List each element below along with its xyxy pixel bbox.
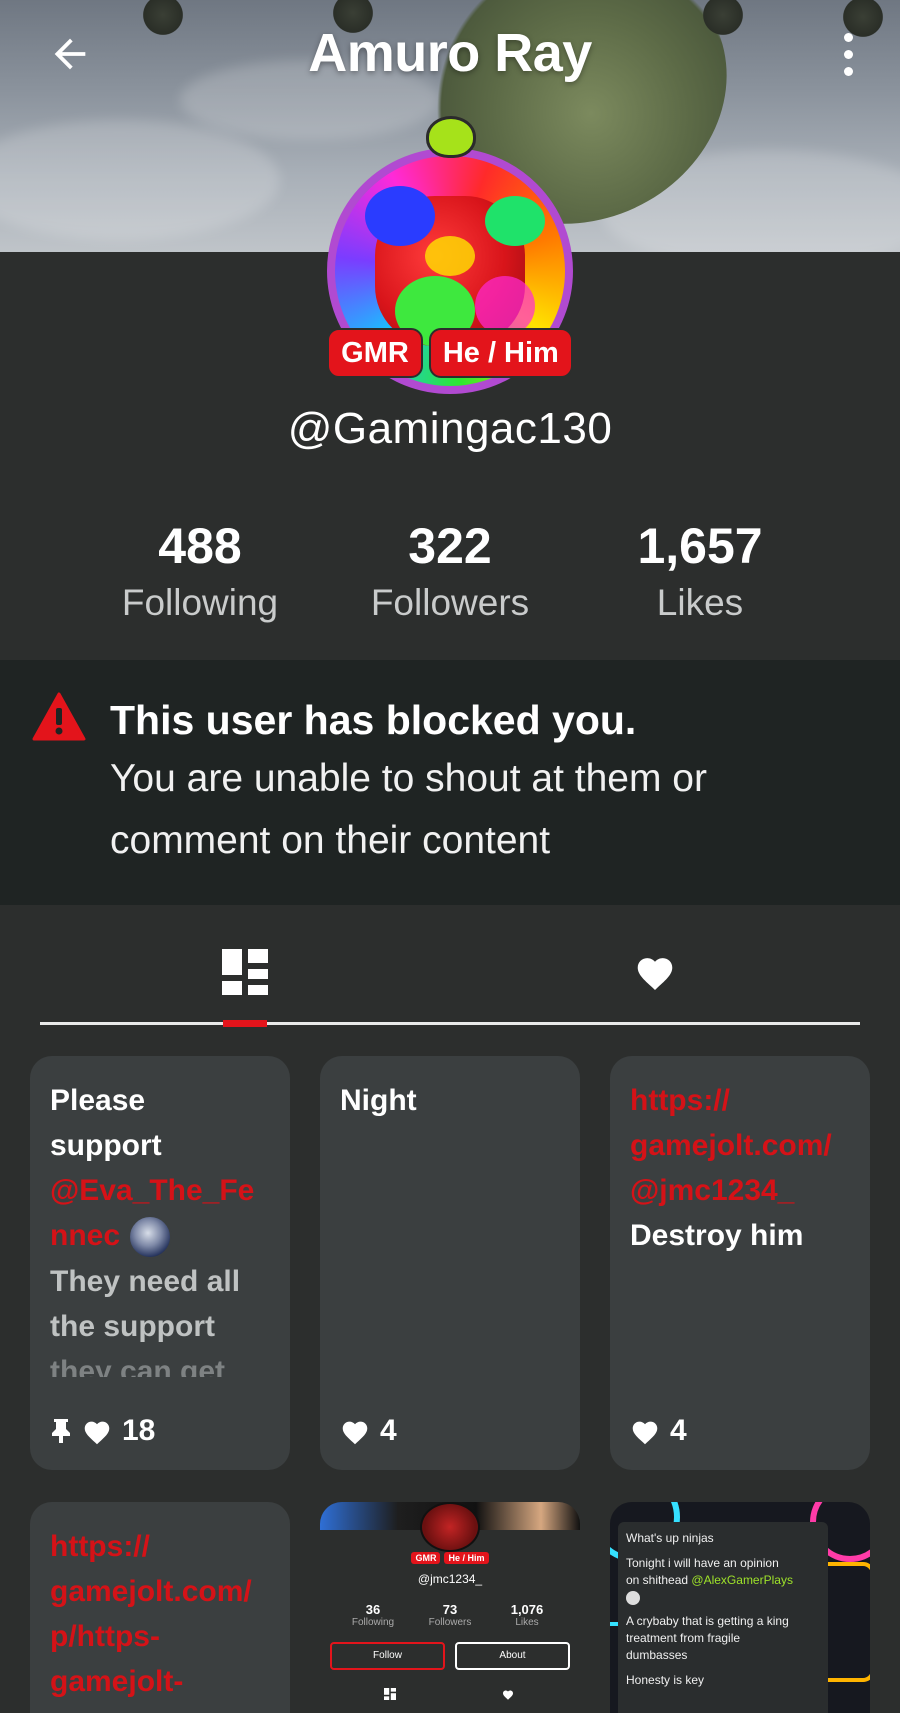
blocked-heading: This user has blocked you. bbox=[110, 697, 637, 743]
more-vertical-icon bbox=[843, 32, 853, 42]
mention-link[interactable]: @Eva_The_Fe bbox=[50, 1168, 275, 1213]
active-tab-indicator bbox=[223, 1020, 267, 1027]
post-card[interactable]: Please support @Eva_The_Fe nnec They nee… bbox=[30, 1056, 290, 1470]
post-card[interactable]: Night 4 bbox=[320, 1056, 580, 1470]
role-badge: GMR bbox=[327, 328, 423, 378]
like-count: 4 bbox=[380, 1414, 397, 1447]
post-image: What's up ninjas Tonight i will have an … bbox=[610, 1502, 870, 1713]
like-count: 4 bbox=[670, 1414, 687, 1447]
dashboard-grid-icon bbox=[384, 1688, 396, 1700]
heart-icon bbox=[637, 958, 673, 990]
post-footer: 4 bbox=[340, 1414, 397, 1448]
post-card[interactable]: GMR He / Him @jmc1234_ 36 Following 73 F… bbox=[320, 1502, 580, 1713]
tab-posts[interactable] bbox=[40, 920, 450, 1024]
warning-triangle-icon bbox=[32, 692, 86, 741]
post-footer: 4 bbox=[630, 1414, 687, 1448]
dashboard-grid-icon bbox=[222, 949, 268, 995]
like-count: 18 bbox=[122, 1414, 156, 1447]
frog-decoration-icon bbox=[426, 116, 476, 158]
stat-followers[interactable]: 322 Followers bbox=[320, 518, 580, 624]
heart-icon[interactable] bbox=[630, 1418, 660, 1445]
page-title: Amuro Ray bbox=[308, 23, 592, 83]
blocked-message: You are unable to shout at them or comme… bbox=[110, 757, 707, 862]
tab-likes[interactable] bbox=[450, 920, 860, 1024]
post-card[interactable]: https:// gamejolt.com/ p/https- gamejolt… bbox=[30, 1502, 290, 1713]
heart-icon[interactable] bbox=[340, 1418, 370, 1445]
post-footer: 18 bbox=[50, 1414, 155, 1448]
stat-following[interactable]: 488 Following bbox=[70, 518, 330, 624]
blocked-text: This user has blocked you. You are unabl… bbox=[110, 692, 870, 872]
more-menu-button[interactable] bbox=[828, 26, 868, 82]
heart-icon[interactable] bbox=[82, 1418, 112, 1445]
content-tabs bbox=[40, 920, 860, 1027]
stat-likes[interactable]: 1,657 Likes bbox=[570, 518, 830, 624]
post-card[interactable]: What's up ninjas Tonight i will have an … bbox=[610, 1502, 870, 1713]
post-link[interactable]: https:// bbox=[630, 1078, 855, 1123]
post-image: GMR He / Him @jmc1234_ 36 Following 73 F… bbox=[320, 1502, 580, 1713]
username: @Gamingac130 bbox=[287, 404, 613, 453]
mention-avatar bbox=[128, 1215, 173, 1260]
post-link[interactable]: https:// bbox=[50, 1524, 275, 1569]
pin-icon bbox=[52, 1419, 70, 1443]
pronoun-badge: He / Him bbox=[428, 328, 573, 378]
heart-icon bbox=[503, 1690, 513, 1700]
post-card[interactable]: https:// gamejolt.com/ @jmc1234_ Destroy… bbox=[610, 1056, 870, 1470]
profile-badges: GMR He / Him bbox=[0, 328, 900, 378]
